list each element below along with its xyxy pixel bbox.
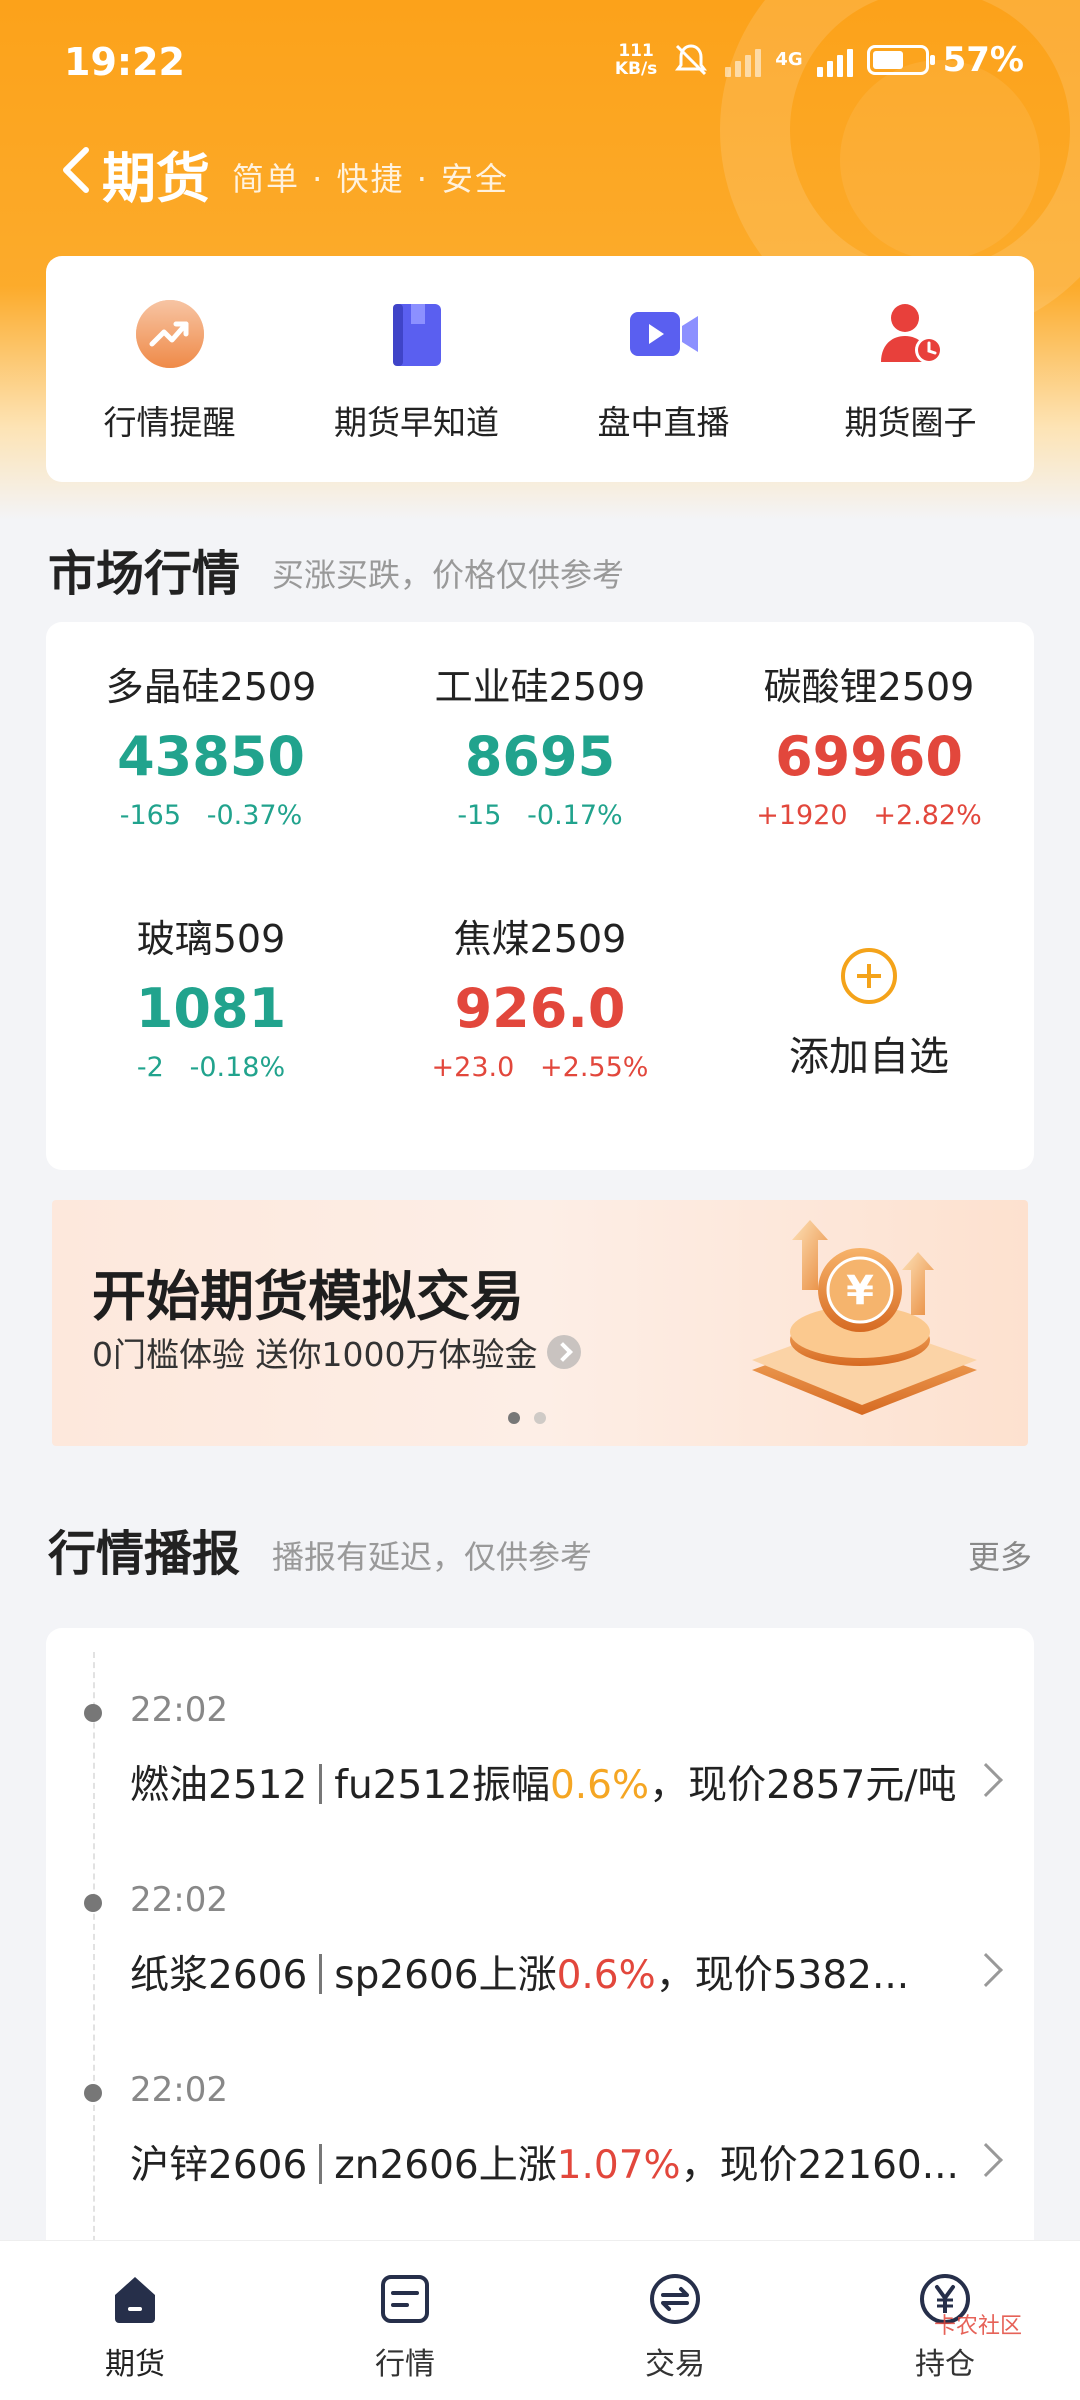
chevron-right-icon bbox=[969, 2143, 1003, 2177]
quick-action-label: 行情提醒 bbox=[103, 403, 236, 442]
quote-change: -2 -0.18% bbox=[136, 1052, 286, 1083]
simulated-trading-banner[interactable]: 开始期货模拟交易 0门槛体验 送你1000万体验金 ¥ bbox=[52, 1200, 1028, 1446]
timeline-dot bbox=[84, 1894, 102, 1912]
quote-price: 69960 bbox=[775, 725, 963, 788]
signal-strength-icon bbox=[725, 43, 762, 77]
trend-alert-icon bbox=[130, 294, 210, 374]
book-icon bbox=[377, 294, 457, 374]
broadcast-text: 纸浆2606 sp2606上涨0.6%，现价5382... bbox=[130, 1953, 910, 1998]
banner-title: 开始期货模拟交易 bbox=[92, 1265, 524, 1328]
timeline-dot bbox=[84, 1704, 102, 1722]
gold-coin-illustration: ¥ bbox=[752, 1220, 977, 1415]
quote-name: 碳酸锂2509 bbox=[763, 665, 975, 709]
chevron-right-icon bbox=[969, 1763, 1003, 1797]
quick-action-circle[interactable]: 期货圈子 bbox=[801, 294, 1021, 444]
quick-action-label: 期货早知道 bbox=[334, 403, 499, 442]
bell-muted-icon bbox=[675, 44, 708, 76]
broadcast-time: 22:02 bbox=[130, 1690, 228, 1730]
more-link[interactable]: 更多 bbox=[968, 1532, 1032, 1578]
market-section-subtitle: 买涨买跌，价格仅供参考 bbox=[272, 556, 625, 594]
quote-price: 43850 bbox=[117, 725, 305, 788]
page-title: 期货 bbox=[102, 147, 210, 210]
network-type: 4G bbox=[775, 49, 803, 70]
quote-item[interactable]: 玻璃509 1081 -2 -0.18% bbox=[46, 908, 376, 1083]
quote-item[interactable]: 多晶硅2509 43850 -165 -0.37% bbox=[46, 656, 376, 831]
pagination-dot[interactable] bbox=[534, 1412, 546, 1424]
status-time: 19:22 bbox=[64, 40, 185, 84]
watermark: 卡农社区 bbox=[933, 2314, 1022, 2339]
nav-label: 期货 bbox=[105, 2347, 165, 2382]
battery-icon bbox=[866, 45, 935, 75]
banner-subtitle: 0门槛体验 送你1000万体验金 bbox=[92, 1328, 582, 1376]
broadcast-text: 沪锌2606 zn2606上涨1.07%，现价22160... bbox=[130, 2143, 959, 2188]
quote-change: +1920 +2.82% bbox=[756, 800, 982, 831]
quote-item[interactable]: 碳酸锂2509 69960 +1920 +2.82% bbox=[704, 656, 1034, 831]
broadcast-text: 燃油2512 fu2512振幅0.6%，现价2857元/吨 bbox=[130, 1763, 957, 1808]
signal-strength-icon-2 bbox=[816, 43, 853, 77]
nav-label: 持仓 bbox=[915, 2347, 975, 2382]
add-watchlist-label: 添加自选 bbox=[789, 1034, 949, 1080]
quick-actions-card: 行情提醒 期货早知道 盘中直播 期货圈子 bbox=[46, 256, 1034, 482]
home-icon bbox=[107, 2271, 163, 2327]
quick-action-live[interactable]: 盘中直播 bbox=[554, 294, 774, 444]
broadcast-time: 22:02 bbox=[130, 1880, 228, 1920]
status-icons: 111 KB/s 4G 57% bbox=[615, 40, 1024, 80]
chevron-right-icon bbox=[969, 1953, 1003, 1987]
broadcast-card: 22:02 燃油2512 fu2512振幅0.6%，现价2857元/吨 22:02… bbox=[46, 1628, 1034, 2252]
broadcast-item[interactable]: 22:02 纸浆2606 sp2606上涨0.6%，现价5382... bbox=[46, 1862, 1034, 2032]
page-header: 期货 简单 · 快捷 · 安全 bbox=[0, 120, 1080, 220]
banner-pagination bbox=[508, 1412, 546, 1424]
nav-tab-quotes[interactable]: 行情 bbox=[305, 2241, 505, 2400]
page-slogan: 简单 · 快捷 · 安全 bbox=[232, 160, 510, 198]
quick-action-label: 期货圈子 bbox=[844, 403, 977, 442]
quick-action-futures-brief[interactable]: 期货早知道 bbox=[307, 294, 527, 444]
quick-action-market-alert[interactable]: 行情提醒 bbox=[60, 294, 280, 444]
broadcast-time: 22:02 bbox=[130, 2070, 228, 2110]
quote-name: 工业硅2509 bbox=[434, 665, 646, 709]
quote-price: 8695 bbox=[464, 725, 616, 788]
chevron-right-icon bbox=[547, 1335, 582, 1369]
nav-tab-futures[interactable]: 期货 bbox=[35, 2241, 235, 2400]
broadcast-item[interactable]: 22:02 沪锌2606 zn2606上涨1.07%，现价22160... bbox=[46, 2052, 1034, 2222]
timeline-dot bbox=[84, 2084, 102, 2102]
status-bar: 19:22 111 KB/s 4G 57% bbox=[0, 0, 1080, 120]
quote-price: 1081 bbox=[135, 977, 287, 1040]
add-watchlist-button[interactable]: 添加自选 bbox=[704, 948, 1034, 1082]
svg-text:¥: ¥ bbox=[846, 1268, 874, 1314]
bottom-navigation: 期货 行情 交易 持仓 bbox=[0, 2240, 1080, 2400]
quote-name: 焦煤2509 bbox=[453, 917, 627, 961]
net-speed: 111 KB/s bbox=[614, 41, 658, 79]
market-quotes-card: 多晶硅2509 43850 -165 -0.37% 工业硅2509 8695 -… bbox=[46, 622, 1034, 1170]
nav-label: 行情 bbox=[375, 2347, 435, 2382]
broadcast-section-subtitle: 播报有延迟，仅供参考 bbox=[272, 1538, 593, 1576]
exchange-icon bbox=[647, 2271, 703, 2327]
back-arrow-icon[interactable] bbox=[48, 140, 108, 200]
quote-price: 926.0 bbox=[454, 977, 626, 1040]
quote-change: -165 -0.37% bbox=[119, 800, 303, 831]
market-section-title: 市场行情 bbox=[48, 546, 241, 602]
quote-change: -15 -0.17% bbox=[457, 800, 623, 831]
quotes-icon bbox=[377, 2271, 433, 2327]
quote-name: 多晶硅2509 bbox=[105, 665, 317, 709]
broadcast-item[interactable]: 22:02 燃油2512 fu2512振幅0.6%，现价2857元/吨 bbox=[46, 1672, 1034, 1842]
video-camera-icon bbox=[624, 294, 704, 374]
quote-change: +23.0 +2.55% bbox=[431, 1052, 649, 1083]
quick-action-label: 盘中直播 bbox=[597, 403, 730, 442]
pagination-dot-active[interactable] bbox=[508, 1412, 520, 1424]
quote-item[interactable]: 焦煤2509 926.0 +23.0 +2.55% bbox=[375, 908, 705, 1083]
nav-tab-trade[interactable]: 交易 bbox=[575, 2241, 775, 2400]
add-circle-icon bbox=[841, 948, 897, 1004]
nav-label: 交易 bbox=[645, 2347, 705, 2382]
broadcast-section-title: 行情播报 bbox=[48, 1526, 241, 1582]
quote-name: 玻璃509 bbox=[136, 917, 286, 961]
battery-percent: 57% bbox=[942, 40, 1024, 80]
user-group-icon bbox=[871, 294, 951, 374]
quote-item[interactable]: 工业硅2509 8695 -15 -0.17% bbox=[375, 656, 705, 831]
